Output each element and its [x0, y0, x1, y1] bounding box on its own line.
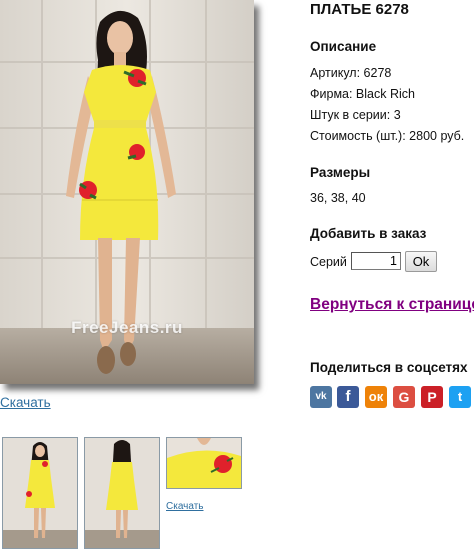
- add-to-order-heading: Добавить в заказ: [310, 226, 427, 241]
- article-number: Артикул: 6278: [310, 66, 392, 80]
- google-plus-share-button[interactable]: G: [393, 386, 415, 408]
- brand-info: Фирма: Black Rich: [310, 87, 415, 101]
- series-quantity-input[interactable]: [351, 252, 401, 270]
- vk-share-button[interactable]: vk: [310, 386, 332, 408]
- twitter-share-button[interactable]: t: [449, 386, 471, 408]
- google-plus-icon: G: [398, 389, 410, 405]
- thumbnail-back-image: [85, 438, 159, 548]
- pieces-in-series: Штук в серии: 3: [310, 108, 401, 122]
- description-heading: Описание: [310, 39, 377, 54]
- main-product-photo[interactable]: FreeJeans.ru: [0, 0, 254, 384]
- thumbnail-download-link[interactable]: Скачать: [166, 501, 204, 512]
- vk-icon: vk: [315, 391, 327, 402]
- ok-button[interactable]: Ok: [405, 251, 437, 272]
- thumbnail-back[interactable]: [84, 437, 160, 549]
- facebook-icon: f: [345, 388, 351, 405]
- thumbnail-front[interactable]: [2, 437, 78, 549]
- pinterest-icon: P: [427, 389, 437, 405]
- pinterest-share-button[interactable]: P: [421, 386, 443, 408]
- odnoklassniki-share-button[interactable]: ок: [365, 386, 387, 408]
- sizes-value: 36, 38, 40: [310, 191, 366, 205]
- thumbnail-detail[interactable]: [166, 437, 242, 489]
- sizes-heading: Размеры: [310, 165, 371, 180]
- odnoklassniki-icon: ок: [368, 389, 384, 404]
- twitter-icon: t: [457, 389, 463, 404]
- watermark-text: FreeJeans.ru: [71, 318, 183, 337]
- series-label: Серий: [310, 255, 347, 269]
- thumbnail-detail-image: [167, 438, 241, 488]
- facebook-share-button[interactable]: f: [337, 386, 359, 408]
- cost-per-piece: Стоимость (шт.): 2800 руб.: [310, 129, 465, 143]
- product-title: ПЛАТЬЕ 6278: [310, 1, 409, 18]
- thumbnail-front-image: [3, 438, 77, 548]
- share-heading: Поделиться в соцсетях: [310, 360, 468, 375]
- back-to-page-link[interactable]: Вернуться к странице: [310, 296, 474, 314]
- download-link[interactable]: Скачать: [0, 395, 51, 410]
